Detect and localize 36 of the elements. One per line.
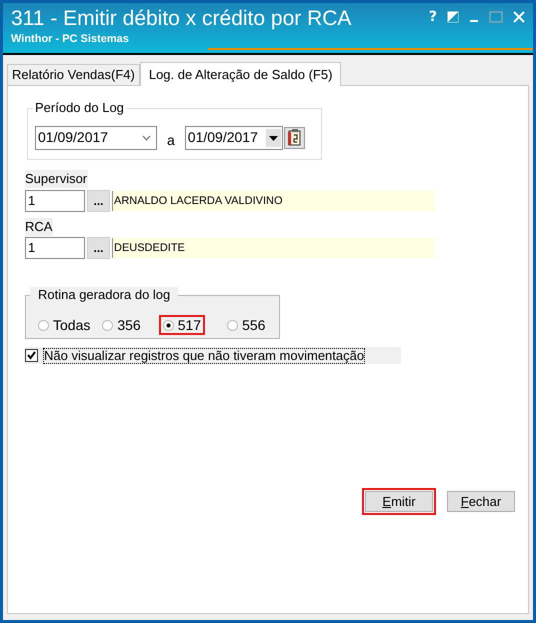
- range-separator: a: [167, 131, 175, 150]
- code-field[interactable]: 1: [25, 190, 85, 212]
- radio-label[interactable]: 517: [178, 314, 202, 336]
- lookup-button[interactable]: ...: [87, 237, 110, 259]
- name-field: DEUSDEDITE: [112, 238, 435, 258]
- radio-label[interactable]: 356: [117, 314, 141, 336]
- group-legend: Rotina geradora do log: [30, 287, 178, 303]
- theme-icon[interactable]: [447, 11, 459, 23]
- date-picker[interactable]: 01/09/2017: [184, 126, 283, 150]
- lookup-button[interactable]: ...: [87, 190, 110, 212]
- help-button[interactable]: ?: [428, 9, 437, 25]
- radio-button[interactable]: [162, 320, 174, 330]
- checkbox-label[interactable]: Não visualizar registros que não tiveram movimentação: [43, 348, 366, 364]
- tab[interactable]: Log. de Alteração de Saldo (F5): [140, 62, 342, 86]
- field-label: RCA: [25, 218, 54, 236]
- date-value: 01/09/2017: [38, 128, 108, 147]
- calendar-icon[interactable]: [284, 126, 305, 148]
- checkbox[interactable]: [25, 349, 38, 362]
- window-subtitle: Winthor - PC Sistemas: [11, 32, 130, 46]
- radio-label[interactable]: 556: [242, 314, 266, 336]
- action-button[interactable]: Fechar: [447, 491, 515, 512]
- name-field: ARNALDO LACERDA VALDIVINO: [112, 190, 435, 210]
- code-field[interactable]: 1: [25, 237, 85, 259]
- window-title: 311 - Emitir débito x crédito por RCA: [11, 6, 352, 32]
- action-button[interactable]: Emitir: [365, 491, 433, 512]
- radio-button[interactable]: [38, 320, 49, 330]
- date-combo[interactable]: 01/09/2017: [35, 126, 157, 150]
- close-icon[interactable]: [513, 11, 525, 23]
- radio-button[interactable]: [102, 320, 114, 330]
- field-label: Supervisor: [25, 170, 88, 188]
- chevron-icon: [142, 134, 151, 140]
- tab[interactable]: Relatório Vendas(F4): [7, 64, 140, 85]
- radio-button[interactable]: [227, 320, 238, 330]
- date-value: 01/09/2017: [188, 128, 258, 147]
- radio-label[interactable]: Todas: [53, 314, 90, 336]
- group-legend: Período do Log: [33, 100, 126, 116]
